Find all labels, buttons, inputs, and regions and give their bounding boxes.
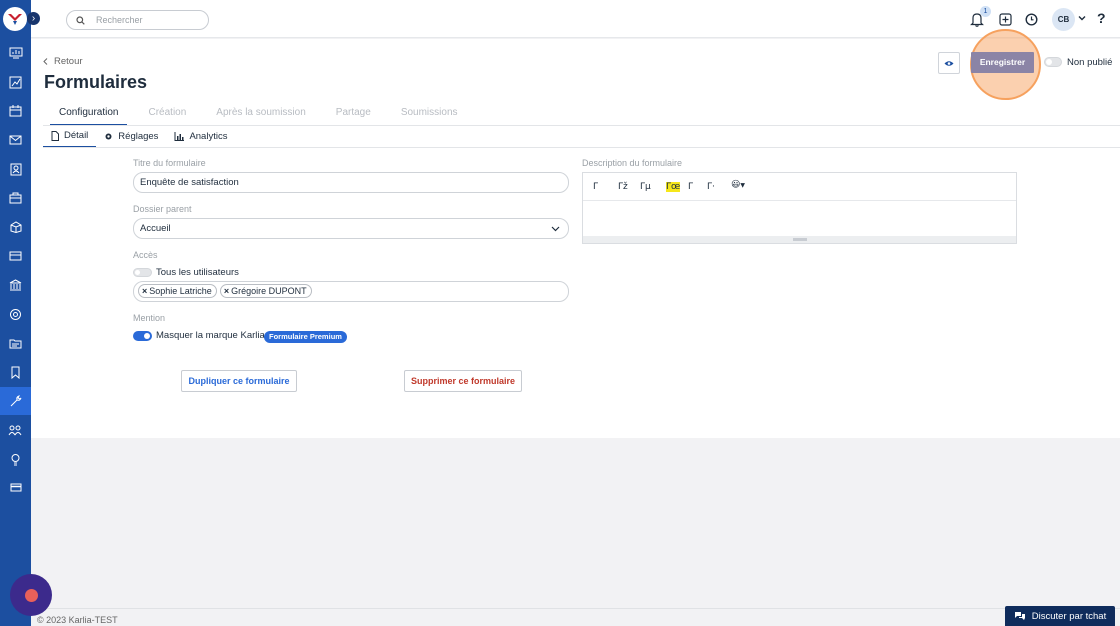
- editor-tool-link[interactable]: Γ: [688, 182, 693, 192]
- tab-creation[interactable]: Création: [139, 107, 195, 126]
- chat-dot-icon: [24, 588, 38, 602]
- emoji-icon[interactable]: 😃▼: [731, 180, 745, 190]
- footer-divider: [31, 608, 1120, 609]
- chat-launcher-button[interactable]: [10, 574, 52, 616]
- chevron-down-icon[interactable]: [1077, 13, 1087, 23]
- form-title-input[interactable]: Enquête de satisfaction: [133, 172, 569, 193]
- bookmark-icon[interactable]: [0, 358, 31, 386]
- chat-button[interactable]: Discuter par tchat: [1005, 606, 1115, 626]
- tab-configuration[interactable]: Configuration: [50, 107, 128, 126]
- users-multiselect[interactable]: × Sophie Latriche × Grégoire DUPONT: [133, 281, 569, 302]
- document-icon: [51, 130, 59, 141]
- gear-icon: [105, 133, 112, 140]
- topbar: 1 CB ?: [31, 0, 1120, 38]
- user-chip[interactable]: × Grégoire DUPONT: [219, 284, 312, 298]
- all-users-label: Tous les utilisateurs: [156, 267, 239, 278]
- page-title: Formulaires: [44, 72, 148, 92]
- user-chip[interactable]: × Sophie Latriche: [138, 284, 217, 298]
- resize-grip-icon[interactable]: [793, 238, 807, 241]
- hide-brand-toggle[interactable]: [133, 331, 152, 341]
- eye-icon: [944, 60, 954, 66]
- editor-tool-highlight[interactable]: Γœ: [666, 182, 681, 192]
- subtab-detail[interactable]: Détail: [43, 130, 97, 148]
- remove-icon[interactable]: ×: [224, 284, 229, 298]
- chat-bubbles-icon: [1014, 612, 1025, 620]
- back-label: Retour: [54, 56, 83, 67]
- subtab-settings-label: Réglages: [118, 131, 159, 142]
- subtabs-divider: [43, 147, 1120, 148]
- dashboard-icon[interactable]: [0, 39, 31, 67]
- preview-button[interactable]: [938, 52, 960, 74]
- delete-form-button[interactable]: Supprimer ce formulaire: [404, 370, 522, 392]
- editor-tool-italic[interactable]: Γž: [618, 182, 628, 192]
- main-content: Retour Formulaires Enregistrer Non publi…: [31, 29, 1120, 438]
- folder-icon[interactable]: [0, 329, 31, 357]
- calendar-icon[interactable]: [0, 97, 31, 125]
- search-input[interactable]: [96, 15, 196, 25]
- access-label: Accès: [133, 250, 158, 260]
- tools-icon[interactable]: [0, 387, 31, 415]
- remove-icon[interactable]: ×: [142, 284, 147, 298]
- lightbulb-icon[interactable]: [0, 445, 31, 473]
- bank-icon[interactable]: [0, 271, 31, 299]
- main-tabs: Configuration Création Après la soumissi…: [50, 107, 479, 126]
- help-icon[interactable]: ?: [1097, 10, 1106, 26]
- form-title-label: Titre du formulaire: [133, 158, 206, 168]
- notification-count-badge: 1: [980, 6, 991, 17]
- editor-tool-list[interactable]: Γ·: [707, 182, 715, 192]
- editor-tool-bold[interactable]: Γ: [593, 182, 598, 192]
- subtab-settings[interactable]: Réglages: [96, 130, 166, 148]
- bar-chart-icon: [174, 132, 185, 141]
- tabs-divider: [43, 125, 1120, 126]
- expand-sidebar-icon[interactable]: ›: [27, 12, 40, 25]
- duplicate-form-button[interactable]: Dupliquer ce formulaire: [181, 370, 297, 392]
- notification-bell-icon[interactable]: 1: [969, 6, 991, 27]
- karlia-logo[interactable]: [3, 7, 27, 31]
- chat-button-label: Discuter par tchat: [1031, 610, 1107, 622]
- description-editor[interactable]: Γ Γž Γμ Γœ Γ Γ· 😃▼: [582, 172, 1017, 244]
- tab-after-submission[interactable]: Après la soumission: [207, 107, 314, 126]
- chevron-down-icon: [551, 226, 560, 232]
- publish-toggle[interactable]: [1044, 57, 1062, 67]
- clock-icon[interactable]: [1023, 11, 1039, 27]
- publish-status-label: Non publié: [1067, 57, 1113, 68]
- save-button[interactable]: Enregistrer: [971, 52, 1034, 73]
- subtab-detail-label: Détail: [64, 130, 89, 141]
- analytics-icon[interactable]: [0, 68, 31, 96]
- card-icon[interactable]: [0, 242, 31, 270]
- chevron-left-icon: [43, 58, 48, 65]
- subtab-analytics[interactable]: Analytics: [166, 130, 235, 148]
- sidebar: [0, 0, 31, 626]
- search-icon: [76, 15, 85, 25]
- parent-folder-label: Dossier parent: [133, 204, 192, 214]
- sub-tabs: Détail Réglages Analytics: [43, 130, 235, 148]
- support-icon[interactable]: [0, 300, 31, 328]
- add-icon[interactable]: [997, 11, 1013, 27]
- hide-brand-label: Masquer la marque Karlia: [156, 330, 265, 341]
- contacts-icon[interactable]: [0, 155, 31, 183]
- mail-icon[interactable]: [0, 126, 31, 154]
- tab-sharing[interactable]: Partage: [327, 107, 380, 126]
- box-icon[interactable]: [0, 213, 31, 241]
- parent-folder-select[interactable]: Accueil: [133, 218, 569, 239]
- subtab-analytics-label: Analytics: [189, 131, 228, 142]
- editor-toolbar: Γ Γž Γμ Γœ Γ Γ· 😃▼: [583, 173, 1016, 201]
- search-box[interactable]: [66, 10, 209, 30]
- parent-folder-value: Accueil: [140, 223, 171, 234]
- description-label: Description du formulaire: [582, 158, 683, 168]
- mention-label: Mention: [133, 313, 166, 323]
- briefcase-icon[interactable]: [0, 184, 31, 212]
- tab-submissions[interactable]: Soumissions: [392, 107, 467, 126]
- editor-tool-underline[interactable]: Γμ: [640, 182, 651, 192]
- user-avatar[interactable]: CB: [1052, 8, 1075, 31]
- premium-badge: Formulaire Premium: [264, 331, 347, 343]
- payment-icon[interactable]: [0, 473, 31, 501]
- footer-copyright: © 2023 Karlia-TEST: [37, 615, 118, 625]
- all-users-toggle[interactable]: [133, 268, 152, 277]
- team-icon[interactable]: [0, 416, 31, 444]
- editor-resize-bar[interactable]: [583, 236, 1016, 243]
- back-link[interactable]: Retour: [43, 56, 83, 67]
